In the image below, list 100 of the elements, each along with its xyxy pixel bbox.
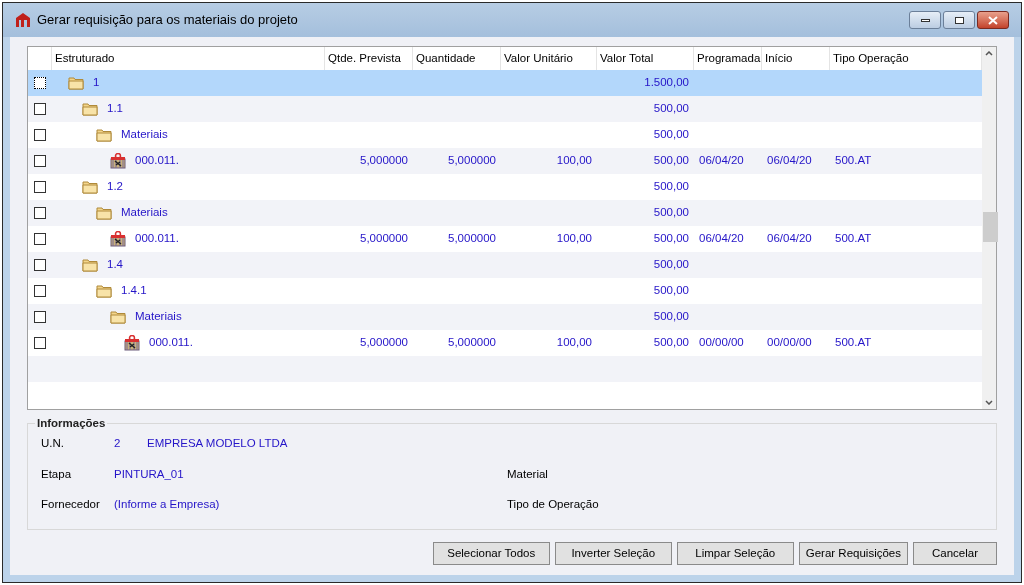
checkbox[interactable] <box>34 285 46 297</box>
table-cell: 500,00 <box>653 258 689 271</box>
package-icon <box>124 335 140 351</box>
table-cell: 500,00 <box>653 232 689 245</box>
restore-icon <box>954 16 964 24</box>
column-header[interactable]: Estruturado <box>55 49 115 68</box>
folder-icon <box>82 258 98 272</box>
table-cell: 06/04/20 <box>699 232 744 245</box>
checkbox[interactable] <box>34 77 46 89</box>
column-header[interactable]: Valor Unitário <box>504 49 573 68</box>
checkbox[interactable] <box>34 259 46 271</box>
scroll-down-icon <box>985 400 993 405</box>
scroll-up-icon <box>985 51 993 56</box>
window-title: Gerar requisição para os materiais do projeto <box>37 11 298 30</box>
tree-label: Materiais <box>121 205 168 221</box>
checkbox[interactable] <box>34 311 46 323</box>
column-header[interactable]: Quantidade <box>416 49 476 68</box>
checkbox[interactable] <box>34 181 46 193</box>
tree-row[interactable]: 1.1 500,00 <box>28 96 982 122</box>
table-cell: 500,00 <box>653 336 689 349</box>
table-cell: 100,00 <box>556 232 592 245</box>
tree-label: 1.4.1 <box>121 283 147 299</box>
table-cell: 5,000000 <box>448 336 496 349</box>
table-cell: 5,000000 <box>360 336 408 349</box>
folder-icon <box>96 284 112 298</box>
field-label: Material <box>507 466 549 482</box>
package-icon <box>110 231 126 247</box>
folder-icon <box>96 206 112 220</box>
tree-row[interactable]: Materiais 500,00 <box>28 304 982 330</box>
table-cell: 500,00 <box>653 284 689 297</box>
table-cell: 500,00 <box>653 206 689 219</box>
field-label: Fornecedor <box>41 496 101 512</box>
table-cell: 5,000000 <box>360 154 408 167</box>
folder-icon <box>96 128 112 142</box>
checkbox[interactable] <box>34 207 46 219</box>
column-header[interactable]: Tipo Operação <box>833 49 909 68</box>
tree-label: 1.4 <box>107 257 123 273</box>
table-cell: 100,00 <box>556 336 592 349</box>
minimize-button[interactable] <box>909 11 941 29</box>
tree-label: Materiais <box>121 127 168 143</box>
app-logo-icon <box>15 12 31 28</box>
column-header[interactable]: Programada <box>697 49 761 68</box>
table-cell: 500.AT <box>835 232 872 245</box>
package-icon <box>110 153 126 169</box>
table-cell: 500,00 <box>653 128 689 141</box>
table-cell: 1.500,00 <box>644 76 689 89</box>
table-cell: 500,00 <box>653 310 689 323</box>
tree-row[interactable]: 1.4 500,00 <box>28 252 982 278</box>
field-label: Etapa <box>41 466 73 482</box>
folder-icon <box>82 102 98 116</box>
scroll-thumb[interactable] <box>983 212 998 242</box>
tree-row[interactable]: 1 1.500,00 <box>28 70 982 96</box>
table-cell: 100,00 <box>556 154 592 167</box>
field-value: EMPRESA MODELO LTDA <box>147 436 289 452</box>
checkbox[interactable] <box>34 129 46 141</box>
dialog-button[interactable]: Gerar Requisições <box>798 542 908 565</box>
field-value: PINTURA_01 <box>114 466 185 482</box>
folder-icon <box>68 76 84 90</box>
checkbox[interactable] <box>34 103 46 115</box>
table-cell: 500,00 <box>653 180 689 193</box>
table-cell: 500.AT <box>835 336 872 349</box>
table-cell: 5,000000 <box>448 154 496 167</box>
folder-icon <box>110 310 126 324</box>
checkbox[interactable] <box>34 233 46 245</box>
scrollbar[interactable] <box>982 47 996 409</box>
table-cell: 06/04/20 <box>699 154 744 167</box>
tree-row[interactable]: 000.011. 5,000000 5,000000 100,00 500,00 06/04/20 06/04/20 500.AT <box>28 148 982 174</box>
tree-row[interactable]: Materiais 500,00 <box>28 200 982 226</box>
table-cell: 06/04/20 <box>767 232 812 245</box>
tree-label: 1 <box>93 75 100 91</box>
minimize-icon <box>920 18 930 22</box>
dialog-button[interactable]: Limpar Seleção <box>676 542 794 565</box>
checkbox[interactable] <box>34 155 46 167</box>
table-cell: 5,000000 <box>360 232 408 245</box>
tree-label: Materiais <box>135 309 182 325</box>
table-cell: 500,00 <box>653 102 689 115</box>
field-label: Tipo de Operação <box>507 496 600 512</box>
column-header[interactable]: Valor Total <box>600 49 654 68</box>
checkbox[interactable] <box>34 337 46 349</box>
group-title: Informações <box>36 416 107 431</box>
column-header[interactable]: Qtde. Prevista <box>328 49 401 68</box>
tree-label: 1.2 <box>107 179 123 195</box>
table-cell: 00/00/00 <box>767 336 812 349</box>
folder-icon <box>82 180 98 194</box>
field-value: 2 <box>114 436 122 452</box>
table-cell: 500,00 <box>653 154 689 167</box>
dialog-button[interactable]: Selecionar Todos <box>432 542 550 565</box>
table-cell: 06/04/20 <box>767 154 812 167</box>
column-header[interactable]: Início <box>765 49 793 68</box>
table-cell: 00/00/00 <box>699 336 744 349</box>
maximize-button[interactable] <box>943 11 975 29</box>
tree-label: 000.011. <box>135 153 179 169</box>
close-button[interactable] <box>977 11 1009 29</box>
dialog-button[interactable]: Inverter Seleção <box>554 542 672 565</box>
close-icon <box>988 15 998 25</box>
tree-label: 1.1 <box>107 101 123 117</box>
field-value: (Informe a Empresa) <box>114 496 221 512</box>
table-cell: 5,000000 <box>448 232 496 245</box>
dialog-button[interactable]: Cancelar <box>913 542 997 565</box>
table-cell: 500.AT <box>835 154 872 167</box>
